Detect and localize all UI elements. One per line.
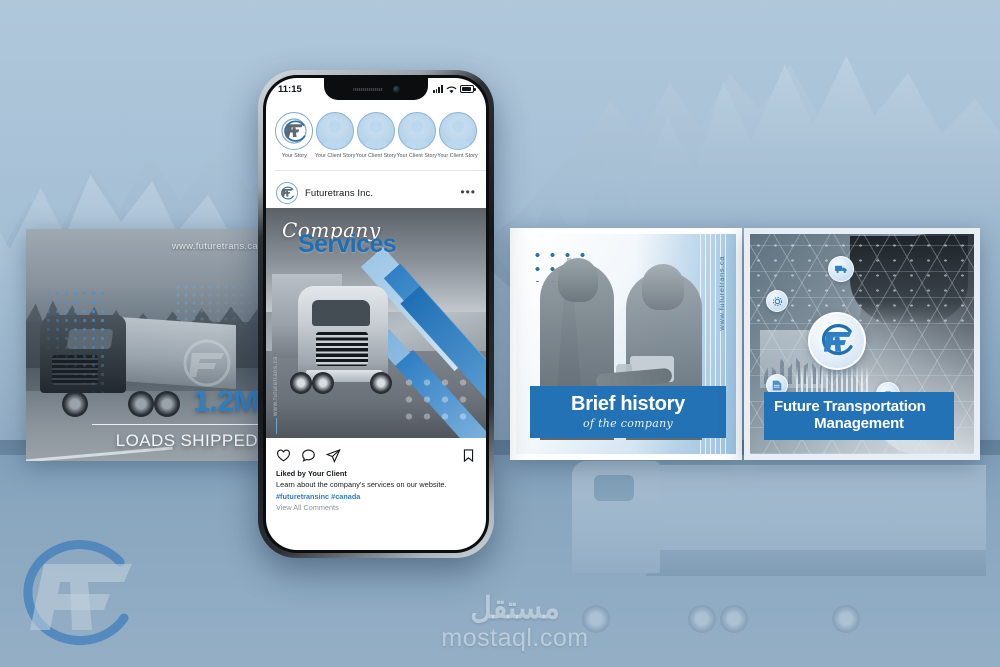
phone-body: 11:15 Your Story Your Client Story Your … [263, 75, 489, 553]
signal-icon [432, 85, 443, 93]
halftone-dots-left [44, 289, 106, 399]
mostaql-arabic: مستقل [470, 591, 560, 625]
story-avatar-client[interactable] [397, 112, 436, 150]
post-more-options-button[interactable]: ••• [460, 186, 476, 198]
future-card-title-line1: Future Transportation [774, 398, 926, 416]
ft-logo-icon [281, 118, 307, 144]
story-label: Your Story [281, 153, 307, 159]
phone-screen: 11:15 Your Story Your Client Story Your … [266, 78, 486, 550]
bokeh-decoration [400, 374, 470, 426]
loads-card-stat: 1.2M [193, 385, 258, 418]
front-camera-icon [392, 85, 400, 93]
post-hashtags[interactable]: #futuretransinc #canada [276, 491, 486, 502]
loads-card-photo [26, 229, 270, 461]
story-item-own[interactable]: Your Story [274, 112, 315, 159]
history-card-title-band: Brief history of the company [530, 386, 726, 438]
story-label: Your Client Story [314, 153, 356, 159]
story-avatar-own[interactable] [275, 112, 314, 150]
post-image-bold-title: Services [298, 230, 397, 258]
mostaql-watermark: مستقل mostaql.com [415, 592, 615, 654]
bookmark-icon[interactable] [461, 448, 476, 463]
story-avatar-client[interactable] [316, 112, 355, 150]
card-loads-shipped[interactable]: www.futuretrans.ca 1.2M LOADS SHIPPED [26, 229, 270, 461]
ft-ghost-logo-icon [178, 337, 236, 389]
loads-card-label: LOADS SHIPPED [115, 431, 258, 450]
person-icon [444, 120, 471, 149]
ft-logo-watermark-icon [14, 538, 146, 656]
post-image-accent-line [276, 418, 277, 434]
phone-notch [324, 78, 428, 100]
post-caption-text: Learn about the company's services on ou… [276, 480, 447, 490]
comment-icon[interactable] [301, 448, 316, 463]
status-bar-time: 11:15 [278, 83, 302, 95]
avatar[interactable] [276, 182, 298, 204]
story-avatar-client[interactable] [438, 112, 477, 150]
story-avatar-client[interactable] [356, 112, 395, 150]
person-icon [404, 120, 430, 149]
story-label: Your Client Story [396, 153, 437, 159]
battery-icon [460, 85, 476, 93]
future-card-title-line2: Management [814, 415, 904, 433]
post-caption-block: Liked by Your Client Learn about the com… [276, 468, 486, 513]
future-card-photo: Future Transportation Management [750, 234, 974, 454]
history-card-vertical-url: www.futuretrans.ca [717, 256, 726, 331]
phone-mockup: 11:15 Your Story Your Client Story Your … [258, 70, 494, 558]
loads-card-divider [92, 423, 258, 425]
history-card-subtitle: of the company [582, 417, 673, 430]
stories-tray: Your Story Your Client Story Your Client… [266, 112, 486, 159]
card-brief-history[interactable]: www.futuretrans.ca Brief history of the … [510, 228, 742, 460]
post-image-title: Company Services [282, 220, 397, 258]
stories-divider [275, 170, 486, 171]
story-item-client-4[interactable]: Your Client Story [437, 112, 478, 159]
person-icon [363, 120, 389, 149]
post-view-comments-link[interactable]: View All Comments [276, 502, 486, 513]
card-future-transportation[interactable]: Future Transportation Management [744, 228, 980, 460]
story-item-client-2[interactable]: Your Client Story [356, 112, 397, 159]
story-label: Your Client Story [437, 153, 478, 159]
gear-badge-icon [766, 290, 788, 312]
post-header: Futuretrans Inc. ••• [266, 178, 486, 208]
post-liked-by: Liked by Your Client [276, 469, 347, 478]
wifi-icon [446, 86, 457, 93]
post-account-name[interactable]: Futuretrans Inc. [305, 188, 453, 199]
mostaql-domain: mostaql.com [441, 623, 589, 652]
truck-badge-icon [828, 256, 854, 282]
post-image-vertical-url: www.futuretrans.ca [273, 355, 279, 416]
post-image-truck [272, 270, 418, 410]
person-icon [322, 120, 348, 149]
loads-card-url: www.futuretrans.ca [171, 241, 258, 252]
story-item-client-1[interactable]: Your Client Story [315, 112, 356, 159]
heart-icon[interactable] [276, 448, 291, 463]
post-image[interactable]: Company Services www.futuretrans.ca [266, 208, 486, 438]
earpiece-speaker-icon [352, 87, 383, 91]
ft-logo-icon [281, 186, 294, 200]
story-label: Your Client Story [355, 153, 397, 159]
share-icon[interactable] [326, 448, 341, 463]
ft-logo-icon [808, 312, 866, 370]
story-item-client-3[interactable]: Your Client Story [396, 112, 437, 159]
post-actions-bar [266, 442, 486, 468]
future-card-title-band: Future Transportation Management [764, 392, 954, 440]
history-card-title: Brief history [571, 393, 685, 415]
history-card-photo: www.futuretrans.ca Brief history of the … [516, 234, 736, 454]
